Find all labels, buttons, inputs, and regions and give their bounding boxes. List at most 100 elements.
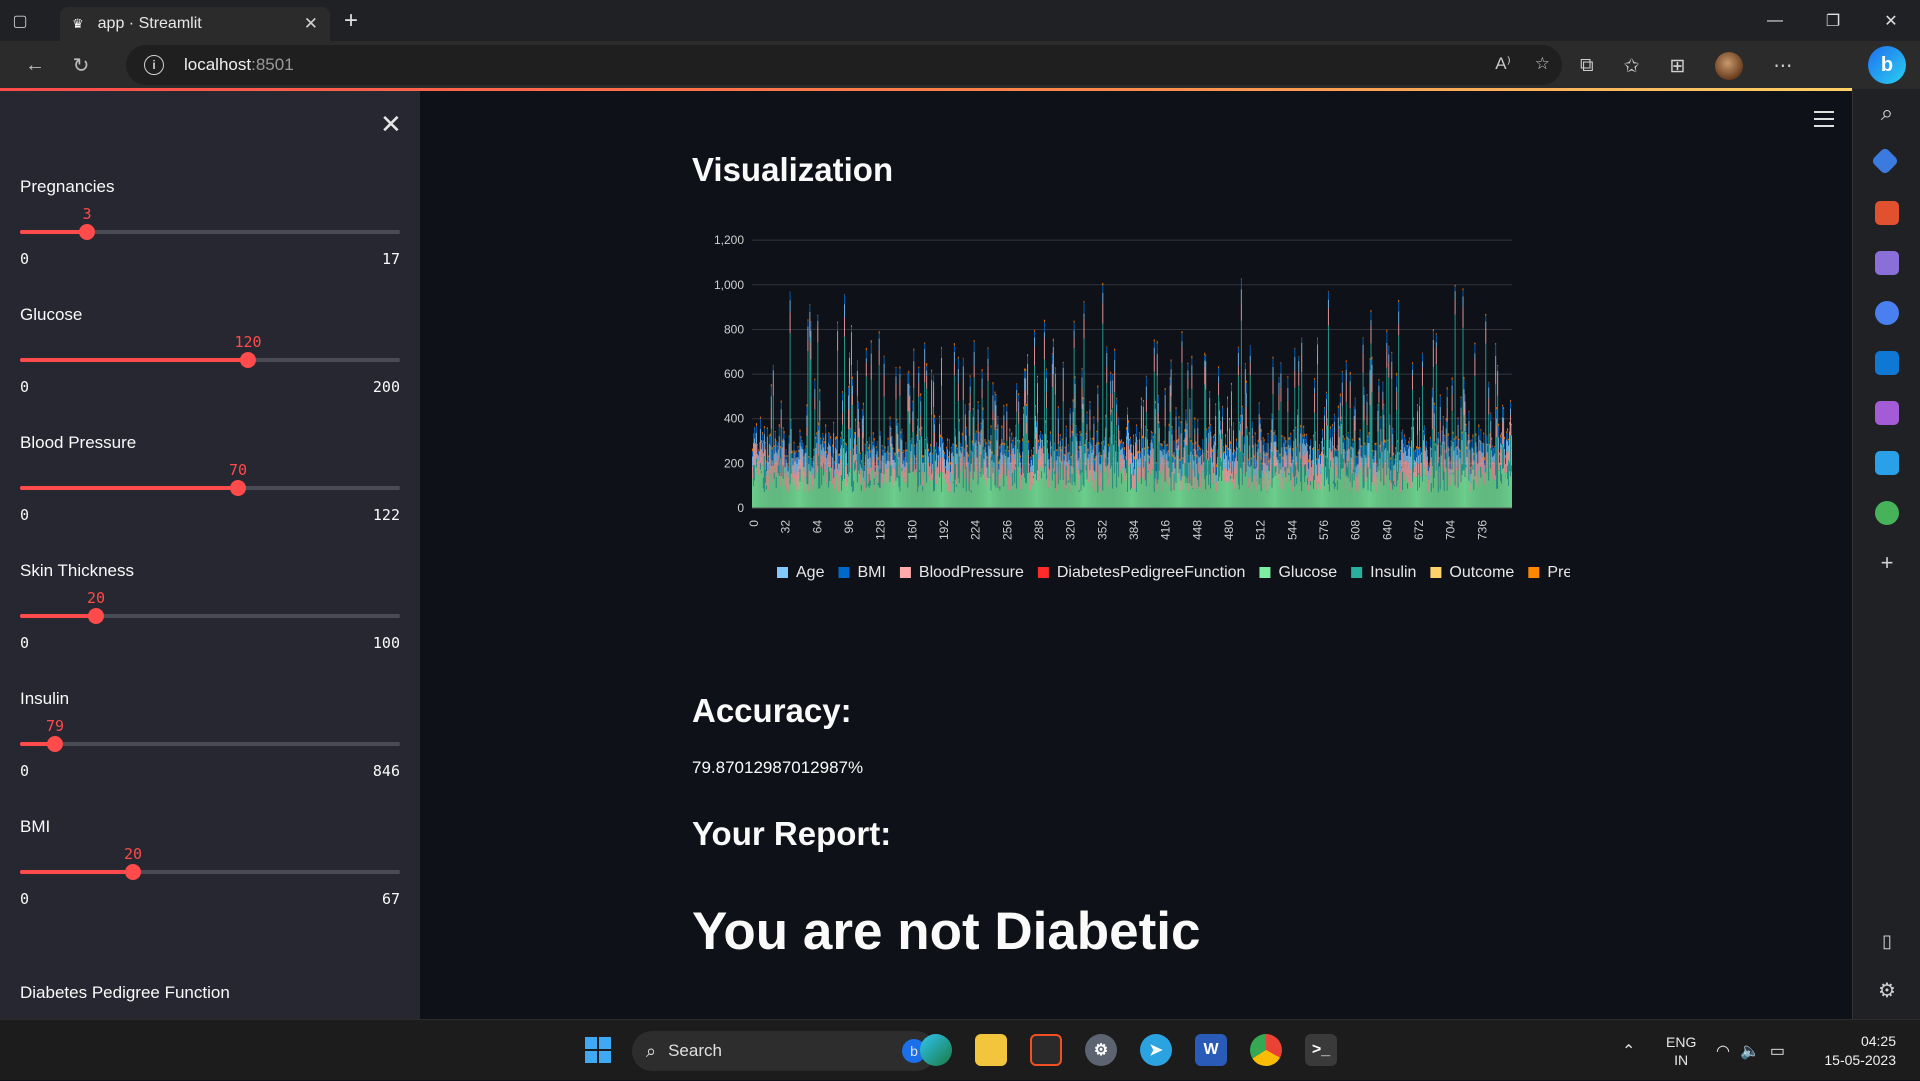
slider-thumb[interactable] xyxy=(79,224,95,240)
bar-segment xyxy=(1452,411,1453,470)
bar-segment xyxy=(1384,462,1385,484)
slider-thumb[interactable] xyxy=(240,352,256,368)
slider-track[interactable] xyxy=(20,358,400,362)
bar-segment xyxy=(1173,457,1174,462)
bar-segment xyxy=(1315,447,1316,468)
bar-segment xyxy=(1346,370,1347,382)
bar-segment xyxy=(1339,437,1340,451)
slider-thumb[interactable] xyxy=(125,864,141,880)
slider-track[interactable] xyxy=(20,870,400,874)
bar-segment xyxy=(1216,464,1217,467)
bar-segment xyxy=(1061,451,1062,461)
chart-svg[interactable]: 02004006008001,0001,20003264961281601922… xyxy=(680,211,1570,711)
extensions-icon[interactable]: ⧉ xyxy=(1580,55,1594,77)
bar-segment xyxy=(919,440,920,449)
tools-icon[interactable] xyxy=(1875,201,1899,225)
slider-glucose[interactable]: Glucose1200200 xyxy=(20,305,400,433)
slider-skin-thickness[interactable]: Skin Thickness200100 xyxy=(20,561,400,689)
bar-segment xyxy=(1375,445,1376,450)
main-menu-icon[interactable] xyxy=(1814,111,1834,132)
bar-segment xyxy=(976,449,977,471)
bar-segment xyxy=(841,445,842,454)
bing-copilot-icon[interactable]: b xyxy=(1868,46,1906,84)
bar-segment xyxy=(1168,467,1169,486)
bar-segment xyxy=(913,351,914,362)
bar-segment xyxy=(1101,477,1102,508)
bar-segment xyxy=(1285,467,1286,477)
bar-segment xyxy=(872,443,873,449)
favorites-icon[interactable]: ✩ xyxy=(1624,55,1640,78)
bar-segment xyxy=(987,457,988,458)
bar-segment xyxy=(1324,408,1325,415)
designer-icon[interactable] xyxy=(1875,401,1899,425)
slider-thumb[interactable] xyxy=(47,736,63,752)
window-close-icon[interactable]: ✕ xyxy=(1862,0,1920,41)
bar-segment xyxy=(1362,458,1363,466)
sidebar-settings-icon[interactable]: ⚙ xyxy=(1875,979,1899,1003)
bar-segment xyxy=(826,453,827,458)
back-icon[interactable]: ← xyxy=(12,45,58,85)
bar-segment xyxy=(1026,406,1027,415)
bar-segment xyxy=(837,322,838,323)
profile-avatar[interactable] xyxy=(1715,52,1743,80)
bar-segment xyxy=(1008,457,1009,470)
slider-track[interactable] xyxy=(20,742,400,746)
more-options-icon[interactable]: ⋯ xyxy=(1773,55,1792,78)
slider-thumb[interactable] xyxy=(230,480,246,496)
address-bar[interactable]: i localhost:8501 A⁾ ☆ xyxy=(126,45,1562,85)
sidebar-search-icon[interactable]: ⌕ xyxy=(1875,101,1899,125)
collections-icon[interactable]: ⊞ xyxy=(1670,55,1686,78)
tree-icon[interactable] xyxy=(1875,501,1899,525)
minimize-icon[interactable]: — xyxy=(1746,0,1804,41)
site-info-icon[interactable]: i xyxy=(144,55,164,75)
bar-segment xyxy=(800,430,801,432)
add-sidebar-app-icon[interactable]: + xyxy=(1875,551,1899,575)
slider-blood-pressure[interactable]: Blood Pressure700122 xyxy=(20,433,400,561)
slider-pregnancies[interactable]: Pregnancies3017 xyxy=(20,177,400,305)
bar-segment xyxy=(1410,469,1411,488)
bar-segment xyxy=(1356,467,1357,476)
bar-segment xyxy=(1288,452,1289,473)
drop-icon[interactable] xyxy=(1875,451,1899,475)
bar-segment xyxy=(1458,487,1459,508)
browser-tab-app[interactable]: ♛ app · Streamlit ✕ xyxy=(60,7,330,41)
bar-segment xyxy=(817,316,818,321)
bar-segment xyxy=(1327,440,1328,458)
slider-bmi[interactable]: BMI20067 xyxy=(20,817,400,945)
add-favorite-icon[interactable]: ☆ xyxy=(1535,54,1550,74)
slider-track[interactable] xyxy=(20,230,400,234)
bar-segment xyxy=(844,294,845,304)
bar-segment xyxy=(832,457,833,464)
bar-segment xyxy=(1079,490,1080,492)
bar-segment xyxy=(1058,406,1059,408)
bar-segment xyxy=(1059,465,1060,479)
bar-segment xyxy=(1105,415,1106,418)
bar-segment xyxy=(889,479,890,508)
read-aloud-icon[interactable]: A⁾ xyxy=(1495,54,1511,74)
copilot-icon[interactable] xyxy=(1875,301,1899,325)
bar-segment xyxy=(1279,456,1280,463)
shopping-icon[interactable] xyxy=(1871,147,1899,175)
hide-sidebar-icon[interactable]: ▯ xyxy=(1875,929,1899,953)
restore-icon[interactable]: ❐ xyxy=(1804,0,1862,41)
bar-segment xyxy=(1056,450,1057,451)
refresh-icon[interactable]: ↻ xyxy=(58,45,104,85)
slider-thumb[interactable] xyxy=(88,608,104,624)
bar-segment xyxy=(810,471,811,508)
games-icon[interactable] xyxy=(1875,251,1899,275)
slider-track[interactable] xyxy=(20,486,400,490)
bar-segment xyxy=(963,488,964,508)
stacked-bar-chart[interactable]: 02004006008001,0001,20003264961281601922… xyxy=(680,211,1570,711)
outlook-icon[interactable] xyxy=(1875,351,1899,375)
new-tab-button[interactable]: + xyxy=(344,7,358,35)
bar-segment xyxy=(1137,441,1138,452)
bar-segment xyxy=(1138,482,1139,508)
slider-track[interactable] xyxy=(20,614,400,618)
tab-actions-icon[interactable]: ▢ xyxy=(0,0,40,41)
close-sidebar-icon[interactable]: ✕ xyxy=(380,109,402,140)
bar-segment xyxy=(1009,437,1010,451)
bar-segment xyxy=(1155,409,1156,416)
tab-close-icon[interactable]: ✕ xyxy=(304,14,318,34)
bar-segment xyxy=(1035,406,1036,407)
slider-insulin[interactable]: Insulin790846 xyxy=(20,689,400,817)
